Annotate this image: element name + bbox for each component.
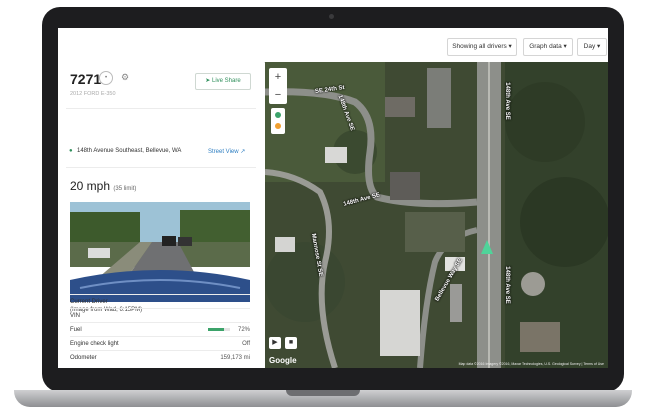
layer-control (271, 108, 285, 134)
zoom-out-button[interactable]: − (269, 86, 287, 104)
drivers-dropdown[interactable]: Showing all drivers ▾ (447, 38, 517, 56)
zoom-control: + − (269, 68, 287, 104)
vehicle-address: 148th Avenue Southeast, Bellevue, WA (77, 148, 182, 154)
google-logo: Google (269, 356, 297, 365)
detail-label: Fuel (70, 327, 82, 333)
gear-icon[interactable]: ⚙ (121, 72, 129, 83)
external-link-icon: ↗ (240, 149, 246, 155)
live-share-button[interactable]: ➤ Live Share (195, 73, 251, 90)
street-label: 148th Ave SE (503, 82, 510, 120)
stop-button[interactable]: ■ (285, 337, 297, 349)
detail-value: 72% (237, 327, 250, 333)
detail-row: Current Driver (70, 294, 250, 309)
map-attribution: Map data ©2016 Imagery ©2016, Maxar Tech… (458, 362, 604, 366)
layer-green-icon[interactable] (275, 112, 281, 118)
base-notch (286, 390, 360, 396)
detail-value: 159,173 mi (220, 355, 250, 361)
dashcam-image[interactable] (70, 202, 250, 302)
divider (66, 167, 256, 168)
detail-row: Engine check light Off (70, 336, 250, 351)
detail-label: Odometer (70, 355, 97, 361)
location-pin-icon: ● (69, 148, 73, 154)
street-label: 148th Ave SE (503, 266, 510, 304)
street-view-link[interactable]: Street View ↗ (208, 148, 245, 155)
detail-label: Current Driver (70, 299, 108, 305)
detail-label: Engine check light (70, 341, 119, 347)
day-dropdown[interactable]: Day ▾ (577, 38, 607, 56)
vehicle-name: 7271 (70, 71, 102, 87)
zoom-in-button[interactable]: + (269, 68, 287, 86)
street-view-label: Street View (208, 149, 239, 155)
detail-row: Odometer 159,173 mi (70, 350, 250, 365)
detail-row: VIN (70, 308, 250, 323)
speed-limit: (35 limit) (113, 186, 137, 192)
speed-readout: 20 mph (35 limit) (70, 179, 136, 193)
speed-value: 20 mph (70, 179, 111, 193)
layer-orange-icon[interactable] (275, 123, 281, 129)
detail-value: Off (242, 341, 250, 347)
top-toolbar: Showing all drivers ▾ Graph data ▾ Day ▾ (58, 28, 608, 63)
graph-data-dropdown[interactable]: Graph data ▾ (523, 38, 573, 56)
vehicle-status-circle[interactable]: • (99, 71, 113, 85)
screen: Showing all drivers ▾ Graph data ▾ Day ▾… (58, 28, 608, 368)
detail-label: VIN (70, 313, 81, 319)
camera (329, 14, 334, 19)
divider (66, 108, 256, 109)
satellite-map[interactable]: 148th Ave SE SE 24th St 148th Ave SE 148… (265, 62, 608, 368)
fuel-bar (208, 328, 230, 331)
play-button[interactable]: ▶ (269, 337, 281, 349)
live-share-label: Live Share (212, 78, 241, 84)
vehicle-subtitle: 2012 FORD E-350 (70, 91, 116, 97)
send-icon: ➤ (205, 78, 212, 84)
laptop-base (14, 390, 632, 407)
vehicle-panel: 7271 • ⚙ 2012 FORD E-350 ➤ Live Share ● … (58, 62, 264, 368)
detail-row: Fuel 72% (70, 322, 250, 337)
